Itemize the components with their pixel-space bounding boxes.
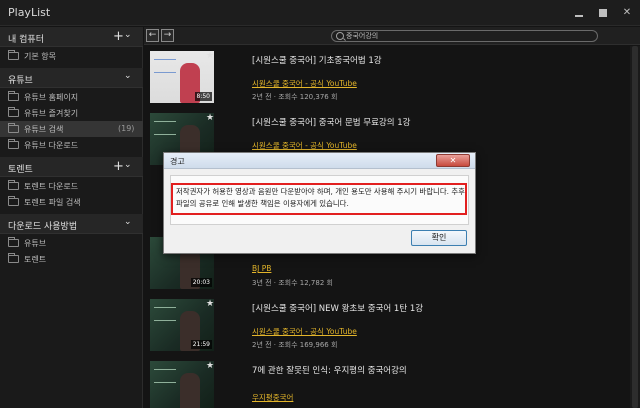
sidebar-item-label: 토렌트 — [24, 255, 47, 264]
sidebar-item-label: 유튜브 다운로드 — [24, 141, 79, 150]
video-thumbnail[interactable]: 21:59 — [150, 299, 214, 351]
board-graphic — [154, 121, 176, 135]
search-icon[interactable] — [336, 32, 344, 40]
presenter-figure — [180, 373, 200, 408]
folder-icon — [8, 253, 19, 263]
back-arrow-icon[interactable]: ← — [146, 29, 159, 42]
sidebar: 내 컴퓨터 + ⌄ 기본 항목 유튜브 ⌄ 유튜브 홈페이지 유튜브 즐겨찾기 … — [0, 27, 143, 408]
duration-badge: 21:59 — [190, 340, 212, 349]
sidebar-item-label: 유튜브 — [24, 239, 47, 248]
search-input[interactable] — [346, 31, 586, 41]
app-title: PlayList — [8, 6, 51, 19]
channel-link[interactable]: 시원스쿨 중국어 - 공식 YouTube — [252, 140, 357, 151]
minimize-icon[interactable] — [572, 6, 586, 20]
add-plus-icon[interactable]: + — [113, 29, 124, 44]
folder-icon — [8, 107, 19, 117]
star-icon[interactable]: ★ — [206, 51, 214, 61]
channel-link[interactable]: 우지평중국어 — [252, 392, 293, 403]
video-title[interactable]: 7에 관한 잘못된 인식: 우지평의 중국어강의 — [252, 364, 407, 376]
video-title[interactable]: [시원스쿨 중국어] 기초중국어법 1강 — [252, 54, 382, 66]
add-plus-icon[interactable]: + — [113, 159, 124, 174]
dialog-message: 저작권자가 허용한 영상과 음원만 다운받아야 하며, 개인 용도만 사용해 주… — [176, 187, 465, 208]
channel-link[interactable]: 시원스쿨 중국어 - 공식 YouTube — [252, 326, 357, 337]
sidebar-section-howto[interactable]: 다운로드 사용방법 ⌄ — [0, 214, 143, 234]
folder-icon — [8, 50, 19, 60]
sidebar-item-torrent-download[interactable]: 토렌트 다운로드 — [0, 178, 143, 194]
sidebar-section-torrent[interactable]: 토렌트 + ⌄ — [0, 157, 143, 177]
ok-button[interactable]: 확인 — [411, 230, 467, 246]
sidebar-item-youtube-favorites[interactable]: 유튜브 즐겨찾기 — [0, 105, 143, 121]
sidebar-item-youtube-search[interactable]: 유튜브 검색 (19) — [0, 121, 143, 137]
maximize-icon[interactable] — [596, 6, 610, 20]
sidebar-section-my-computer[interactable]: 내 컴퓨터 + ⌄ — [0, 27, 143, 47]
video-item[interactable]: ★ 7에 관한 잘못된 인식: 우지평의 중국어강의 우지평중국어 — [144, 356, 630, 408]
video-title[interactable]: [시원스쿨 중국어] 중국어 문법 무료강의 1강 — [252, 116, 411, 128]
scrollbar-thumb[interactable] — [632, 46, 638, 408]
video-thumbnail[interactable] — [150, 361, 214, 408]
forward-arrow-icon[interactable]: → — [161, 29, 174, 42]
chevron-down-icon[interactable]: ⌄ — [124, 160, 132, 170]
folder-icon — [8, 91, 19, 101]
chevron-down-icon[interactable]: ⌄ — [124, 217, 132, 227]
sidebar-section-youtube[interactable]: 유튜브 ⌄ — [0, 68, 143, 88]
channel-link[interactable]: 시원스쿨 중국어 - 공식 YouTube — [252, 78, 357, 89]
folder-icon — [8, 237, 19, 247]
video-item[interactable]: 8:50 ★ [시원스쿨 중국어] 기초중국어법 1강 시원스쿨 중국어 - 공… — [144, 46, 630, 108]
sidebar-item-label: 유튜브 홈페이지 — [24, 93, 79, 102]
dialog-close-button[interactable]: ✕ — [436, 154, 470, 167]
sidebar-item-youtube-download[interactable]: 유튜브 다운로드 — [0, 137, 143, 153]
sidebar-item-howto-torrent[interactable]: 토렌트 — [0, 251, 143, 267]
folder-icon — [8, 123, 19, 133]
sidebar-item-label: 유튜브 검색 — [24, 125, 64, 134]
channel-link[interactable]: BJ PB — [252, 264, 271, 273]
section-label: 내 컴퓨터 — [8, 35, 44, 45]
star-icon[interactable]: ★ — [206, 361, 214, 371]
sidebar-item-howto-youtube[interactable]: 유튜브 — [0, 235, 143, 251]
video-meta: 3년 전 · 조회수 12,782 회 — [252, 279, 333, 287]
duration-badge: 20:03 — [190, 278, 212, 287]
sidebar-item-youtube-home[interactable]: 유튜브 홈페이지 — [0, 89, 143, 105]
chevron-down-icon[interactable]: ⌄ — [124, 71, 132, 81]
sidebar-item-default[interactable]: 기본 항목 — [0, 48, 143, 64]
close-icon[interactable]: ✕ — [620, 6, 634, 20]
video-title[interactable]: [시원스쿨 중국어] NEW 왕초보 중국어 1탄 1강 — [252, 302, 423, 314]
sidebar-item-label: 토렌트 파일 검색 — [24, 198, 81, 207]
board-graphic — [154, 369, 176, 383]
search-box[interactable] — [331, 30, 598, 42]
star-icon[interactable]: ★ — [206, 299, 214, 309]
video-meta: 2년 전 · 조회수 120,376 회 — [252, 93, 338, 101]
duration-badge: 8:50 — [194, 92, 212, 101]
toolbar: ← → — [144, 27, 640, 45]
sidebar-item-label: 토렌트 다운로드 — [24, 182, 79, 191]
folder-icon — [8, 139, 19, 149]
section-label: 유튜브 — [8, 76, 33, 86]
video-item[interactable]: 21:59 ★ [시원스쿨 중국어] NEW 왕초보 중국어 1탄 1강 시원스… — [144, 294, 630, 356]
sidebar-item-torrent-search[interactable]: 토렌트 파일 검색 — [0, 194, 143, 210]
folder-icon — [8, 180, 19, 190]
dialog-title-bar: 경고 ✕ — [164, 153, 475, 169]
section-label: 다운로드 사용방법 — [8, 222, 78, 232]
video-meta: 2년 전 · 조회수 169,966 회 — [252, 341, 338, 349]
sidebar-item-label: 기본 항목 — [24, 52, 56, 61]
folder-icon — [8, 196, 19, 206]
item-count-badge: (19) — [118, 124, 135, 133]
board-graphic — [154, 59, 176, 73]
board-graphic — [154, 307, 176, 321]
sidebar-item-label: 유튜브 즐겨찾기 — [24, 109, 79, 118]
section-label: 토렌트 — [8, 165, 33, 175]
dialog-title: 경고 — [170, 157, 185, 166]
video-thumbnail[interactable]: 8:50 — [150, 51, 214, 103]
title-bar: PlayList ✕ — [0, 0, 640, 26]
star-icon[interactable]: ★ — [206, 113, 214, 123]
chevron-down-icon[interactable]: ⌄ — [124, 30, 132, 40]
